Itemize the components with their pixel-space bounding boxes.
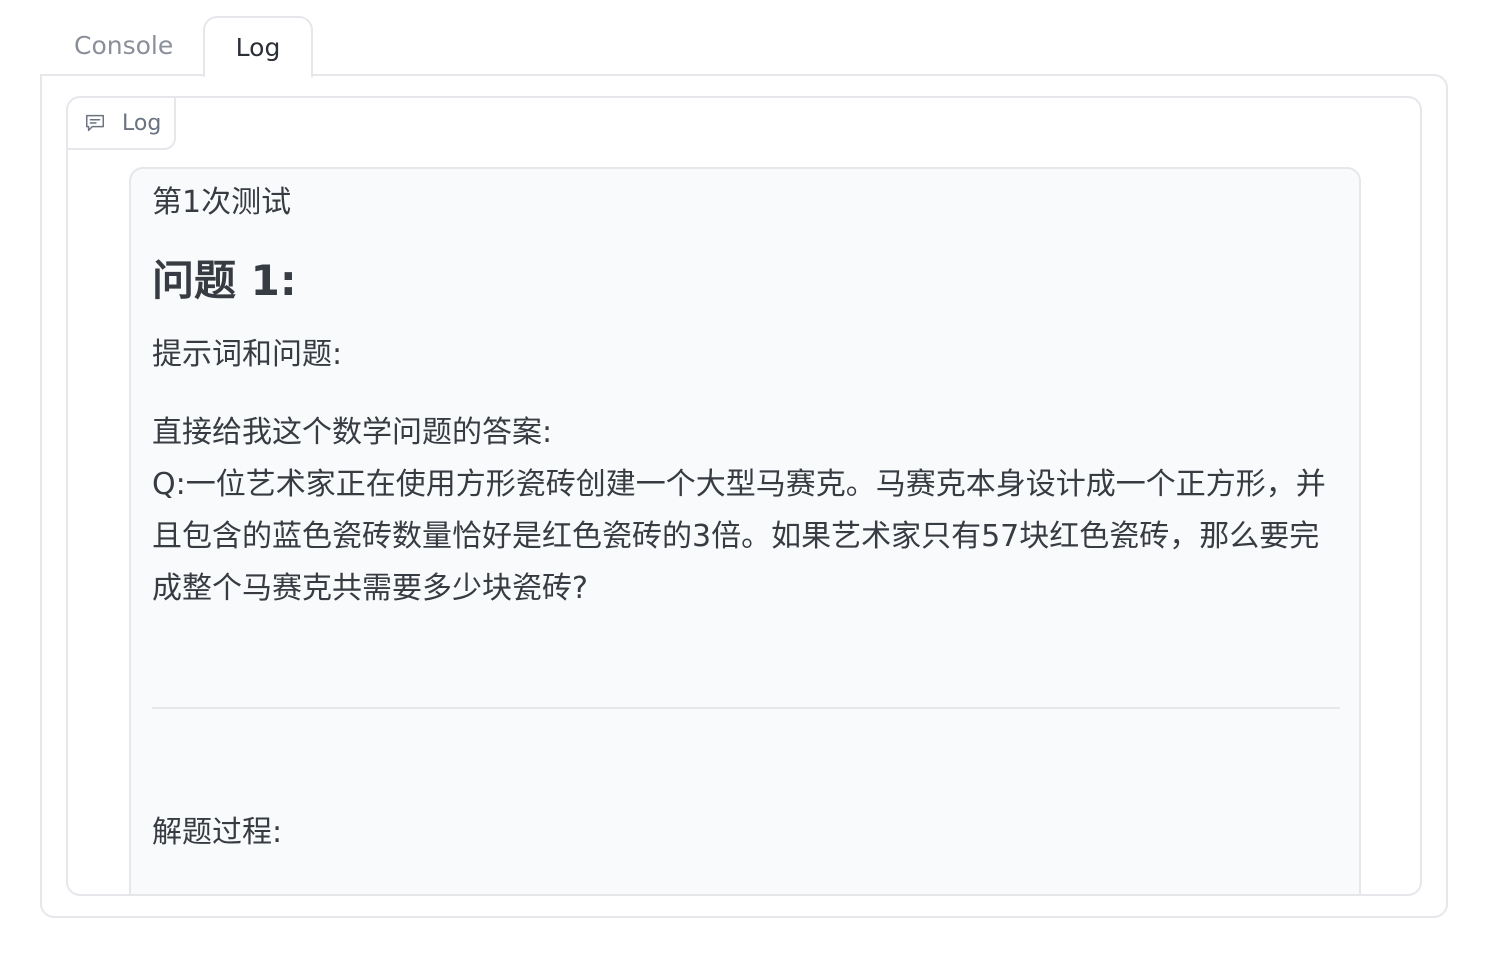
tab-console[interactable]: Console bbox=[55, 16, 205, 74]
tab-log[interactable]: Log bbox=[203, 16, 313, 77]
tab-bar: Console Log bbox=[41, 16, 1447, 77]
tab-console-label: Console bbox=[74, 30, 174, 60]
log-message: 第1次测试 问题 1: 提示词和问题: 直接给我这个数学问题的答案: Q:一位艺… bbox=[129, 167, 1361, 894]
log-block-label: Log bbox=[68, 98, 176, 150]
solution-label: 解题过程: bbox=[152, 815, 283, 850]
prompt-body: 直接给我这个数学问题的答案: Q:一位艺术家正在使用方形瓷砖创建一个大型马赛克。… bbox=[152, 415, 1326, 606]
tab-log-label: Log bbox=[235, 33, 281, 62]
run-title: 第1次测试 bbox=[152, 185, 292, 220]
chat-icon bbox=[84, 112, 106, 134]
log-block-label-text: Log bbox=[122, 110, 162, 136]
prompt-label: 提示词和问题: bbox=[152, 337, 343, 372]
divider bbox=[152, 707, 1340, 709]
log-block: Log 第1次测试 问题 1: 提示词和问题: 直接给我这个数学问题的答案: Q… bbox=[66, 96, 1422, 896]
question-heading: 问题 1: bbox=[152, 256, 297, 305]
